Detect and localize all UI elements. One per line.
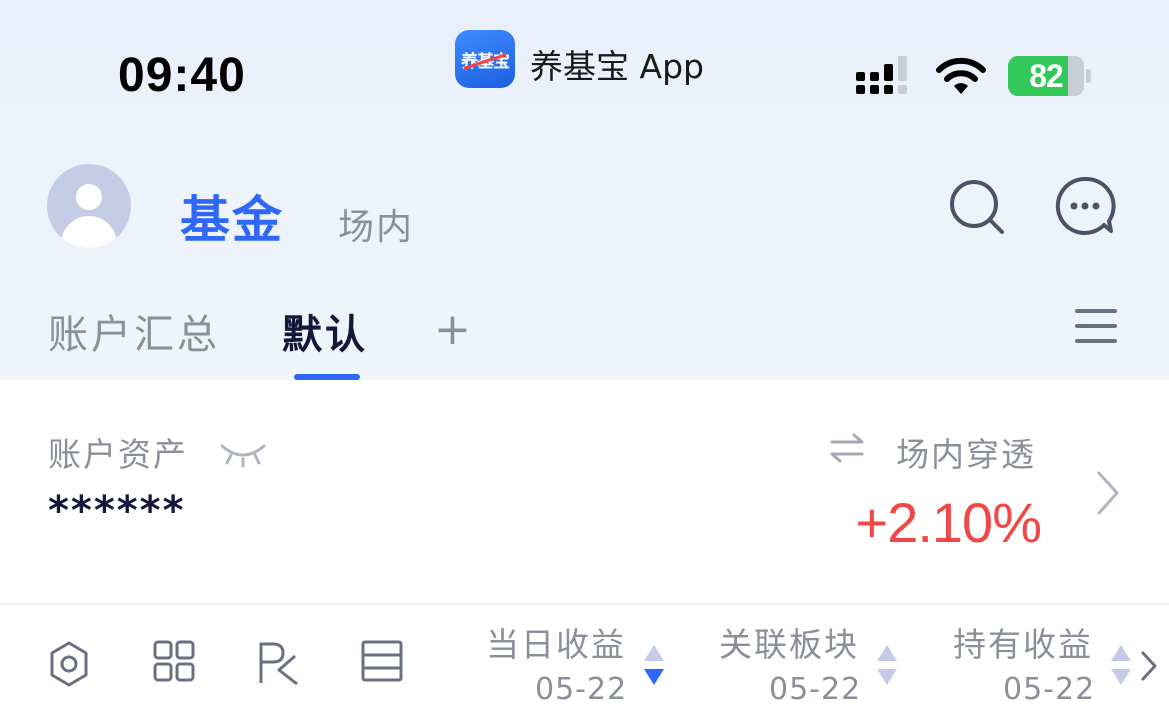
chat-icon[interactable] bbox=[1054, 176, 1116, 238]
column-daily-profit-date: 05-22 bbox=[535, 672, 628, 704]
settings-icon[interactable] bbox=[46, 640, 92, 688]
penetration-label: 场内穿透 bbox=[896, 435, 1036, 474]
battery-nub bbox=[1086, 69, 1091, 83]
penetration-value: +2.10% bbox=[855, 491, 1042, 554]
battery-level: 82 bbox=[1029, 57, 1064, 94]
divider bbox=[0, 603, 1169, 605]
menu-icon[interactable] bbox=[1075, 307, 1117, 345]
sort-icon[interactable] bbox=[1110, 643, 1132, 687]
account-assets-value: ****** bbox=[48, 488, 186, 534]
sort-desc-icon[interactable] bbox=[643, 643, 665, 687]
sort-icon[interactable] bbox=[876, 643, 898, 687]
tab-account-summary[interactable]: 账户汇总 bbox=[48, 302, 220, 360]
swap-icon[interactable] bbox=[830, 432, 864, 464]
grid-icon[interactable] bbox=[153, 640, 195, 682]
battery-icon: 82 bbox=[1008, 56, 1091, 96]
avatar-body bbox=[61, 216, 117, 248]
chevron-right-icon[interactable] bbox=[1140, 650, 1158, 682]
app-badge: 养基宝 bbox=[455, 30, 515, 88]
column-daily-profit[interactable]: 当日收益 bbox=[486, 618, 626, 666]
tab-active-underline bbox=[294, 374, 360, 380]
account-assets-label: 账户资产 bbox=[48, 435, 188, 474]
search-icon[interactable] bbox=[948, 178, 1008, 238]
eye-closed-icon[interactable] bbox=[219, 442, 267, 468]
pk-icon[interactable] bbox=[257, 640, 299, 686]
battery-empty-segment bbox=[1068, 56, 1084, 96]
avatar[interactable] bbox=[47, 164, 131, 248]
wifi-icon bbox=[936, 57, 986, 94]
status-time: 09:40 bbox=[118, 49, 246, 102]
chevron-right-icon[interactable] bbox=[1096, 470, 1120, 516]
app-name: 养基宝 App bbox=[530, 47, 704, 86]
tab-default[interactable]: 默认 bbox=[282, 302, 368, 360]
column-holding-profit-date: 05-22 bbox=[1003, 672, 1096, 704]
signal-icon bbox=[856, 56, 907, 94]
tab-fund[interactable]: 基金 bbox=[180, 180, 284, 252]
list-icon[interactable] bbox=[361, 640, 403, 682]
column-related-sector[interactable]: 关联板块 bbox=[719, 618, 859, 666]
add-group-button[interactable]: + bbox=[434, 304, 471, 355]
column-related-sector-date: 05-22 bbox=[769, 672, 862, 704]
column-holding-profit[interactable]: 持有收益 bbox=[953, 618, 1093, 666]
tab-on-market[interactable]: 场内 bbox=[338, 198, 414, 250]
avatar-head bbox=[76, 184, 102, 210]
